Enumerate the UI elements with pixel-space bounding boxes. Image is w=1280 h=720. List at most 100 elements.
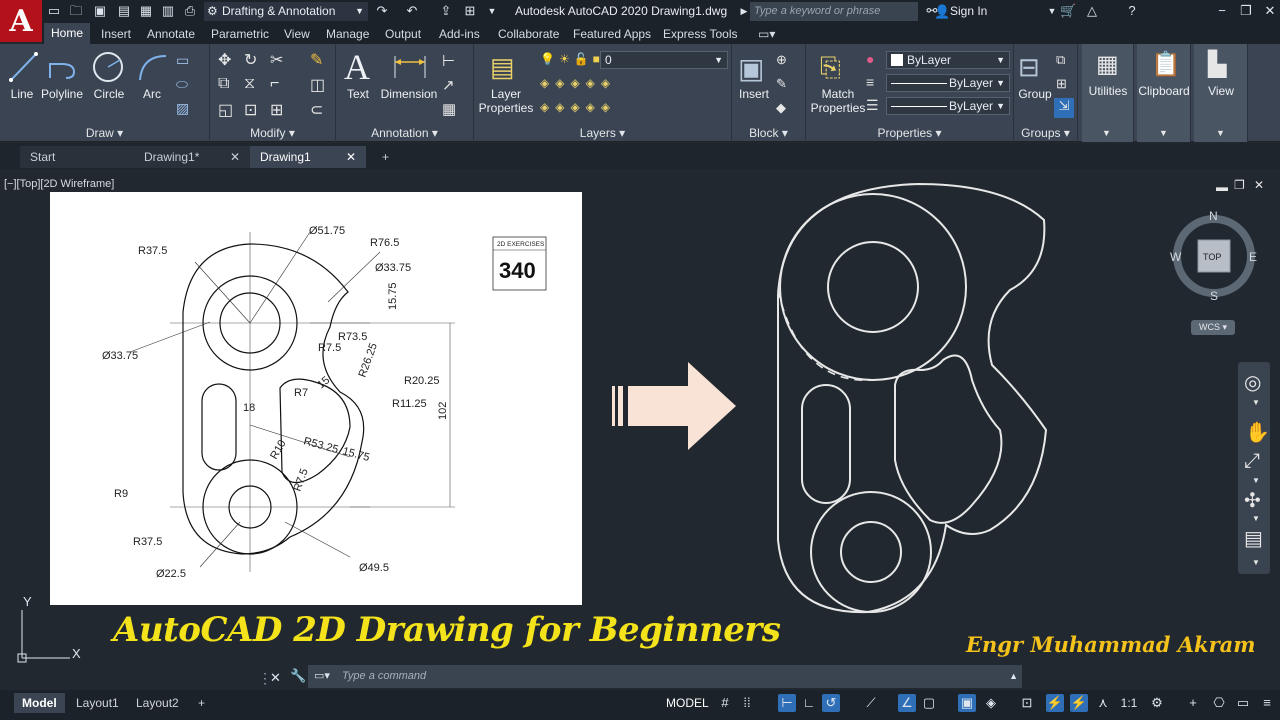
pan-hand-icon[interactable]: ✋ bbox=[1245, 420, 1270, 445]
layout1-tab[interactable]: Layout1 bbox=[68, 693, 127, 713]
polar-tracking-icon[interactable]: ↺ bbox=[822, 694, 840, 712]
save-web-icon[interactable]: ▥ bbox=[160, 3, 176, 19]
color-dropdown[interactable]: ByLayer ▼ bbox=[886, 51, 1010, 69]
close-window-icon[interactable]: ✕ bbox=[1262, 3, 1278, 19]
move-icon[interactable]: ✥ bbox=[218, 50, 231, 70]
stretch-icon[interactable]: ◱ bbox=[218, 100, 233, 120]
annotation-visibility-icon[interactable]: ⚡ bbox=[1046, 694, 1064, 712]
chevron-down-icon[interactable]: ▼ bbox=[1252, 476, 1260, 485]
view-button[interactable]: ▙ View ▼ bbox=[1194, 44, 1248, 142]
layer-dropdown[interactable]: 0 ▼ bbox=[600, 51, 728, 69]
selection-cycling-icon[interactable]: ⊡ bbox=[1018, 694, 1036, 712]
tab-featured-apps[interactable]: Featured Apps bbox=[573, 27, 651, 41]
block-panel-label[interactable]: Block ▾ bbox=[732, 126, 805, 140]
dimension-tool-label[interactable]: Dimension bbox=[380, 87, 438, 101]
compass-west[interactable]: W bbox=[1170, 250, 1182, 264]
layout2-tab[interactable]: Layout2 bbox=[128, 693, 187, 713]
command-line-input[interactable]: ▭▾ Type a command ▲ bbox=[308, 665, 1022, 688]
hatch-icon[interactable]: ▨ bbox=[176, 100, 189, 117]
dynamic-input-icon[interactable]: ⊢ bbox=[778, 694, 796, 712]
block-attributes-icon[interactable]: ◆ bbox=[776, 100, 786, 116]
polyline-tool-label[interactable]: Polyline bbox=[40, 87, 84, 101]
redo-icon[interactable]: ↷ bbox=[374, 3, 390, 19]
share-icon[interactable]: ⇪ bbox=[438, 3, 454, 19]
gear-icon[interactable]: ⚙ bbox=[1148, 694, 1166, 712]
dimension-icon[interactable] bbox=[392, 52, 428, 82]
tab-express-tools[interactable]: Express Tools bbox=[663, 27, 737, 41]
command-history-icon[interactable]: ▭▾ bbox=[314, 665, 330, 688]
modify-panel-label[interactable]: Modify ▾ bbox=[210, 126, 335, 140]
annotation-scale-icon[interactable]: ⋏ bbox=[1094, 694, 1112, 712]
groups-panel-label[interactable]: Groups ▾ bbox=[1014, 126, 1077, 140]
arc-icon[interactable] bbox=[136, 50, 170, 84]
layers-panel-label[interactable]: Layers ▾ bbox=[474, 126, 731, 140]
open-web-icon[interactable]: ▦ bbox=[138, 3, 154, 19]
undo-icon[interactable]: ↶ bbox=[404, 3, 420, 19]
doc-tab-start[interactable]: Start bbox=[20, 146, 134, 168]
doc-tab-drawing1-modified[interactable]: Drawing1* ✕ bbox=[134, 146, 250, 168]
tab-insert[interactable]: Insert bbox=[101, 27, 131, 41]
orbit-icon[interactable]: ✣ bbox=[1244, 488, 1261, 513]
viewcube-face[interactable]: TOP bbox=[1203, 252, 1221, 262]
tab-output[interactable]: Output bbox=[385, 27, 421, 41]
linear-dim-icon[interactable]: ⊢ bbox=[442, 52, 455, 70]
compass-north[interactable]: N bbox=[1209, 209, 1218, 223]
more-qa-icon[interactable]: ⊞ bbox=[462, 3, 478, 19]
new-tab-icon[interactable]: + bbox=[372, 146, 396, 168]
layer-tools-row2[interactable]: ◈◈◈◈◈ bbox=[540, 100, 616, 114]
search-input[interactable]: Type a keyword or phrase bbox=[750, 2, 918, 21]
wrench-icon[interactable]: 🔧 bbox=[290, 668, 306, 684]
create-block-icon[interactable]: ⊕ bbox=[776, 52, 787, 68]
fillet-icon[interactable]: ⌐ bbox=[270, 75, 279, 93]
lineweight-dropdown[interactable]: ByLayer ▼ bbox=[886, 97, 1010, 115]
chevron-down-icon[interactable]: ▼ bbox=[1252, 514, 1260, 523]
cart-icon[interactable]: 🛒 bbox=[1060, 3, 1076, 19]
viewport-restore-icon[interactable]: ❐ bbox=[1234, 178, 1245, 192]
circle-icon[interactable] bbox=[92, 50, 126, 84]
match-properties-icon[interactable]: ⎘ bbox=[820, 52, 841, 84]
isolate-objects-icon[interactable]: ⎔ bbox=[1210, 694, 1228, 712]
tab-home[interactable]: Home bbox=[44, 23, 90, 44]
offset-icon[interactable]: ⊂ bbox=[310, 100, 323, 120]
viewport-close-icon[interactable]: ✕ bbox=[1254, 178, 1264, 192]
transparency-icon[interactable]: ◈ bbox=[982, 694, 1000, 712]
clipboard-button[interactable]: 📋 Clipboard ▼ bbox=[1137, 44, 1191, 142]
text-tool-label[interactable]: Text bbox=[342, 87, 374, 101]
trim-icon[interactable]: ✂ bbox=[270, 50, 283, 70]
object-snap-tracking-icon[interactable]: ∠ bbox=[898, 694, 916, 712]
array-icon[interactable]: ⊞ bbox=[270, 100, 283, 120]
drawing-viewport[interactable]: [−][Top][2D Wireframe] ▬ ❐ ✕ 2D EXERCISE… bbox=[0, 170, 1280, 690]
chevron-down-icon[interactable]: ▼ bbox=[1252, 558, 1260, 567]
model-space-toggle[interactable]: MODEL bbox=[666, 696, 709, 710]
plot-icon[interactable]: ⎙ bbox=[182, 3, 198, 19]
viewcube[interactable]: TOP N S E W bbox=[1170, 206, 1260, 306]
circle-tool-label[interactable]: Circle bbox=[90, 87, 128, 101]
edit-block-icon[interactable]: ✎ bbox=[776, 76, 787, 92]
group-edit-icon[interactable]: ⊞ bbox=[1056, 76, 1067, 92]
compass-south[interactable]: S bbox=[1210, 289, 1218, 303]
group-select-icon[interactable]: ⇲ bbox=[1054, 98, 1074, 118]
layer-properties-label[interactable]: Layer Properties bbox=[476, 87, 536, 115]
add-layout-icon[interactable]: + bbox=[190, 693, 213, 713]
close-tab-icon[interactable]: ✕ bbox=[230, 146, 240, 168]
isodraft-icon[interactable]: ⟋ bbox=[862, 694, 880, 712]
customization-icon[interactable]: ≡ bbox=[1258, 694, 1276, 712]
insert-block-icon[interactable]: ▣ bbox=[738, 52, 764, 85]
zoom-extents-icon[interactable]: ⤢ bbox=[1244, 450, 1260, 473]
polyline-icon[interactable] bbox=[46, 50, 80, 84]
tab-parametric[interactable]: Parametric bbox=[211, 27, 269, 41]
tab-collaborate[interactable]: Collaborate bbox=[498, 27, 559, 41]
explode-icon[interactable]: ◫ bbox=[310, 75, 325, 95]
annotation-scale-value[interactable]: 1:1 bbox=[1116, 694, 1142, 712]
tab-manage[interactable]: Manage bbox=[326, 27, 369, 41]
qa-dropdown-icon[interactable]: ▼ bbox=[484, 3, 500, 19]
ortho-icon[interactable]: ∟ bbox=[800, 694, 818, 712]
object-snap-icon[interactable]: ▢ bbox=[920, 694, 938, 712]
workspace-switcher[interactable]: ⚙ Drafting & Annotation ▼ bbox=[204, 2, 368, 21]
ellipse-icon[interactable]: ⬭ bbox=[176, 76, 188, 93]
restore-window-icon[interactable]: ❐ bbox=[1238, 3, 1254, 19]
annotation-panel-label[interactable]: Annotation ▾ bbox=[336, 126, 473, 140]
utilities-button[interactable]: ▦ Utilities ▼ bbox=[1082, 44, 1134, 142]
copy-icon[interactable]: ⧉ bbox=[218, 75, 229, 93]
chevron-up-icon[interactable]: ▲ bbox=[1009, 665, 1018, 688]
